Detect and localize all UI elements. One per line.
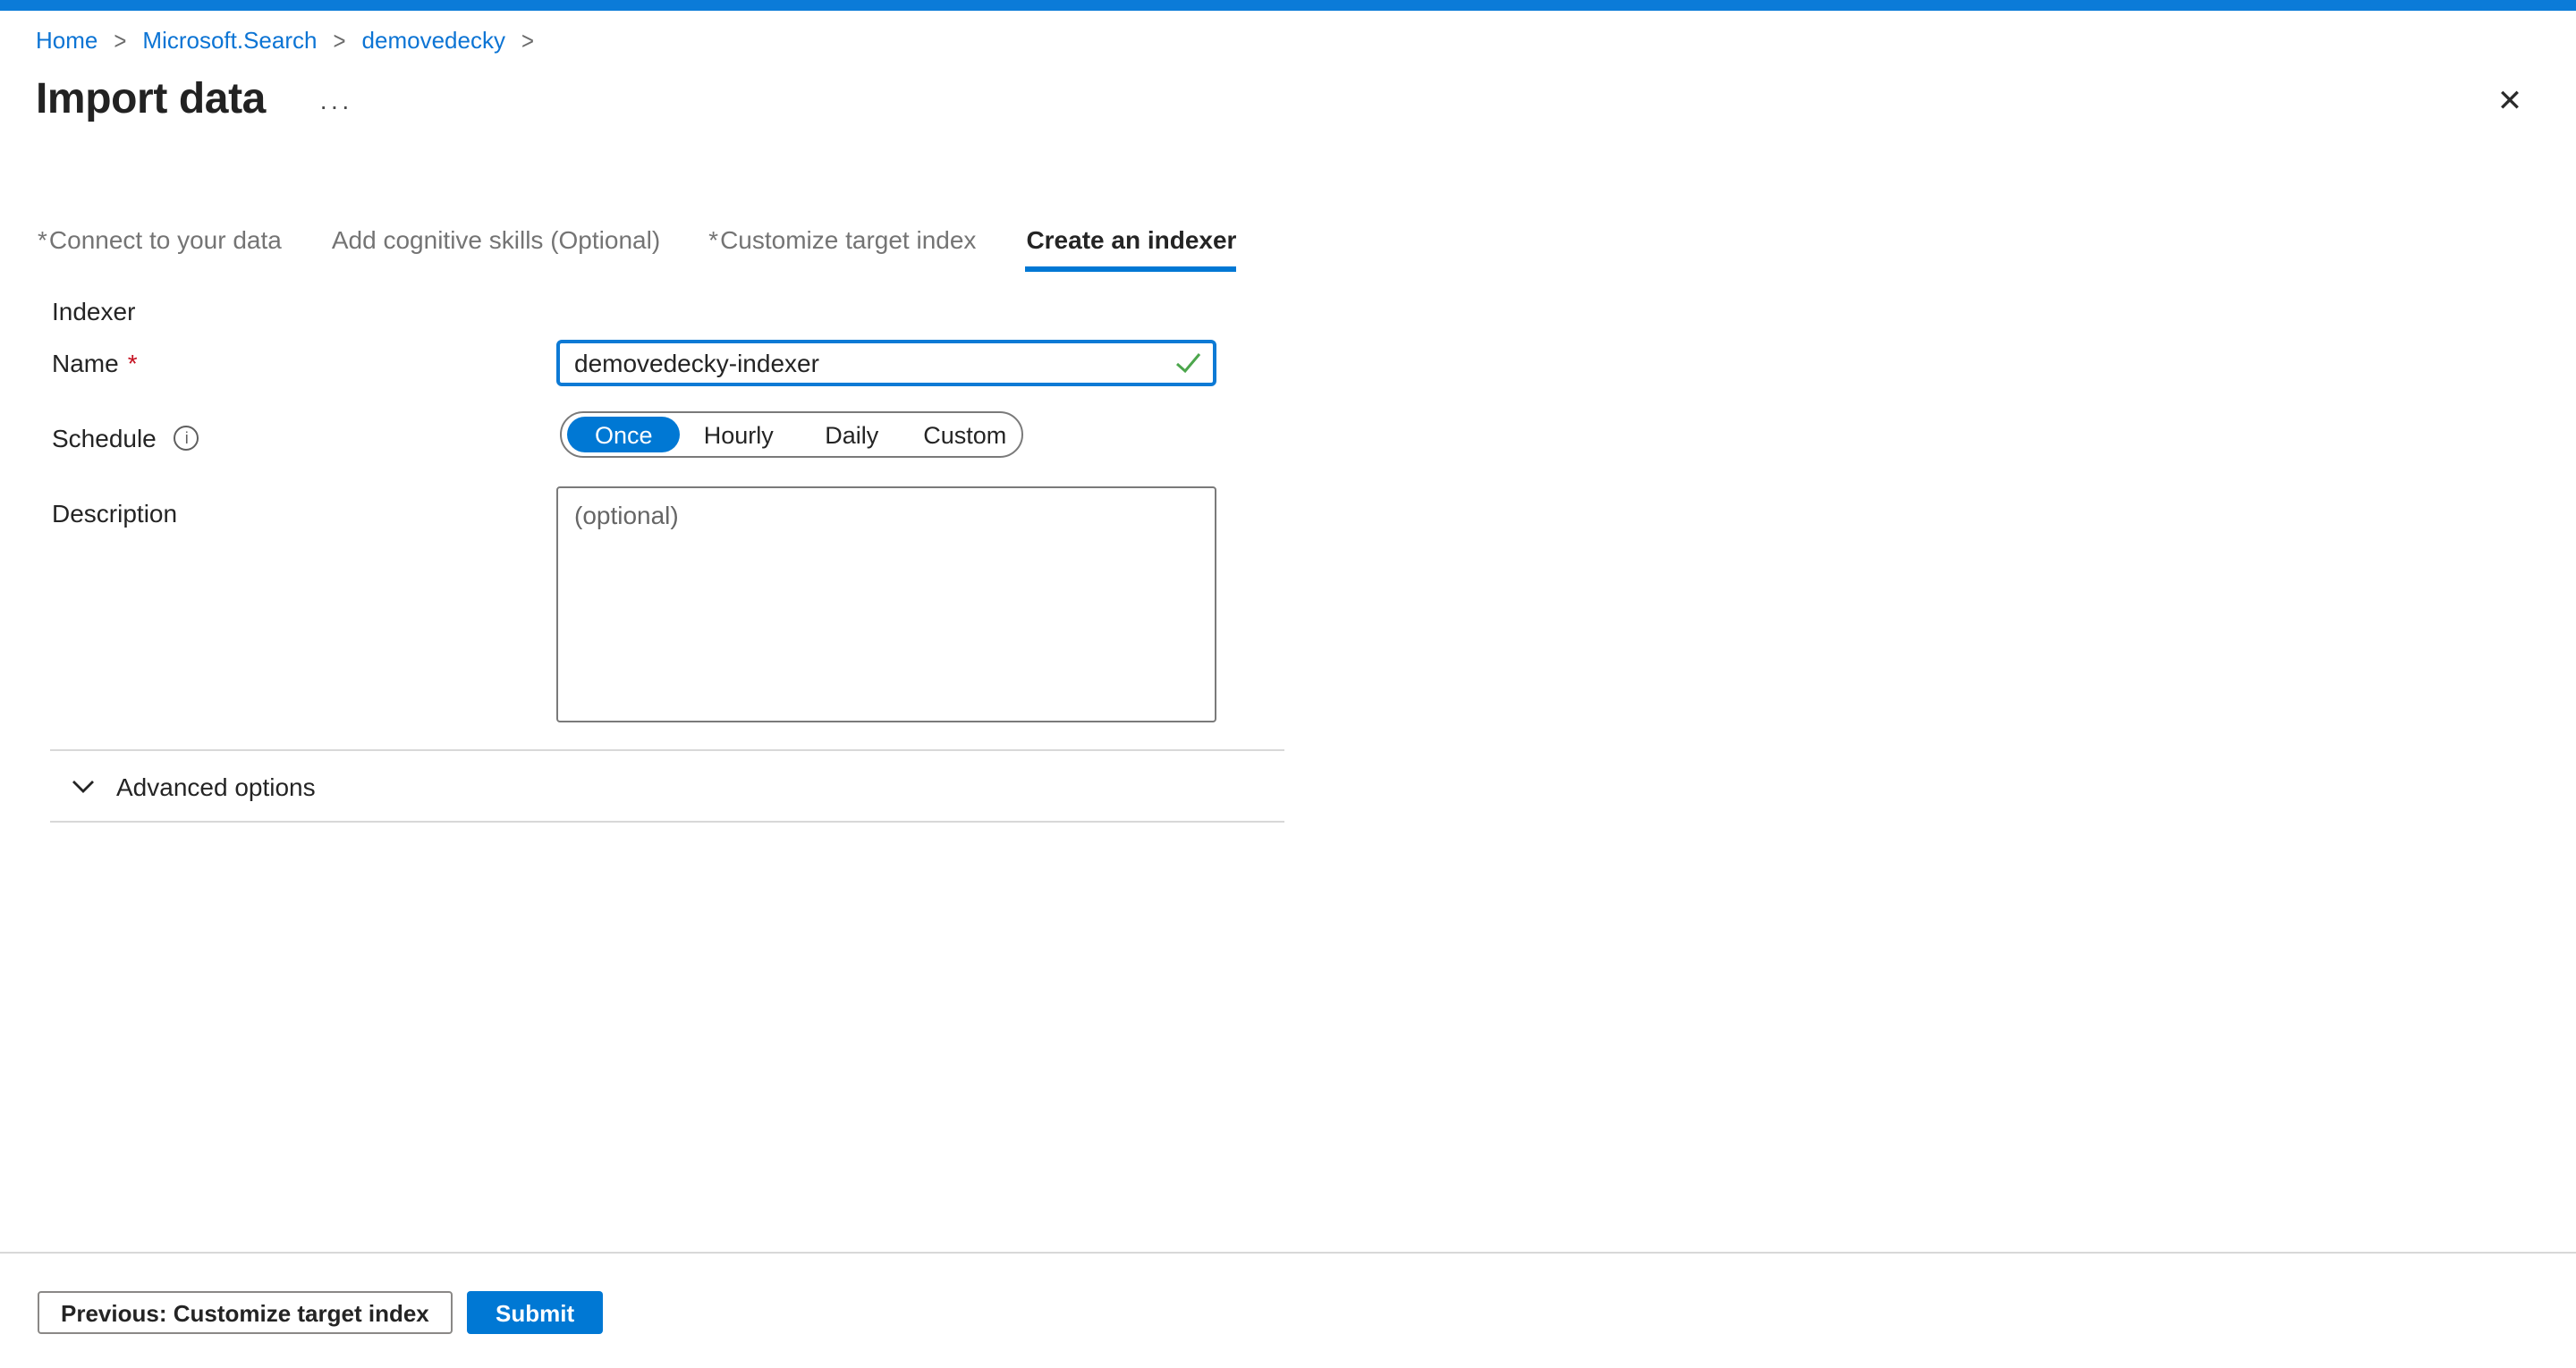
previous-step-button[interactable]: Previous: Customize target index — [38, 1291, 453, 1334]
name-field — [556, 340, 1216, 386]
name-field-label: Name * — [52, 347, 138, 379]
tab-label: Add cognitive skills (Optional) — [332, 225, 660, 254]
tab-label: Create an indexer — [1026, 225, 1236, 254]
required-marker: * — [708, 225, 718, 254]
advanced-options-label: Advanced options — [116, 773, 316, 801]
schedule-field-label: Schedule i — [52, 422, 199, 454]
page-title: Import data — [36, 75, 266, 125]
chevron-right-icon: > — [114, 22, 126, 59]
name-label-text: Name — [52, 347, 119, 379]
valid-check-icon — [1175, 352, 1202, 374]
chevron-right-icon: > — [334, 22, 346, 59]
submit-button[interactable]: Submit — [467, 1291, 603, 1334]
schedule-segmented-control: Once Hourly Daily Custom — [560, 411, 1023, 458]
divider — [50, 821, 1284, 823]
schedule-option-once[interactable]: Once — [567, 417, 681, 452]
top-accent-bar — [0, 0, 2576, 11]
title-row: Import data ··· — [36, 72, 352, 129]
schedule-option-daily[interactable]: Daily — [795, 413, 909, 456]
schedule-label-text: Schedule — [52, 422, 157, 454]
wizard-tabs: *Connect to your data Add cognitive skil… — [38, 224, 1236, 272]
breadcrumb-link-microsoft-search[interactable]: Microsoft.Search — [142, 25, 317, 57]
close-icon[interactable]: ✕ — [2490, 82, 2529, 122]
description-label-text: Description — [52, 497, 177, 529]
import-data-page: Home > Microsoft.Search > demovedecky > … — [0, 0, 2576, 1368]
chevron-right-icon: > — [521, 22, 534, 59]
chevron-down-icon — [72, 780, 95, 794]
section-label-indexer: Indexer — [52, 295, 135, 327]
tab-connect-to-your-data[interactable]: *Connect to your data — [38, 224, 282, 272]
advanced-options-toggle[interactable]: Advanced options — [72, 769, 316, 805]
description-textarea[interactable] — [556, 486, 1216, 722]
required-asterisk: * — [128, 347, 138, 379]
more-options-icon[interactable]: ··· — [319, 80, 352, 120]
schedule-option-custom[interactable]: Custom — [909, 413, 1022, 456]
required-marker: * — [38, 225, 47, 254]
indexer-name-input[interactable] — [556, 340, 1216, 386]
breadcrumb-link-demovedecky[interactable]: demovedecky — [362, 25, 505, 57]
breadcrumb-link-home[interactable]: Home — [36, 25, 97, 57]
schedule-option-hourly[interactable]: Hourly — [682, 413, 796, 456]
tab-add-cognitive-skills[interactable]: Add cognitive skills (Optional) — [330, 224, 660, 272]
info-icon[interactable]: i — [174, 426, 199, 451]
tab-label: Customize target index — [720, 225, 976, 254]
tab-create-an-indexer[interactable]: Create an indexer — [1024, 224, 1236, 272]
tab-label: Connect to your data — [49, 225, 282, 254]
tab-customize-target-index[interactable]: *Customize target index — [708, 224, 976, 272]
breadcrumb: Home > Microsoft.Search > demovedecky > — [36, 25, 534, 57]
footer-divider — [0, 1252, 2576, 1254]
divider — [50, 749, 1284, 751]
description-field-label: Description — [52, 497, 177, 529]
